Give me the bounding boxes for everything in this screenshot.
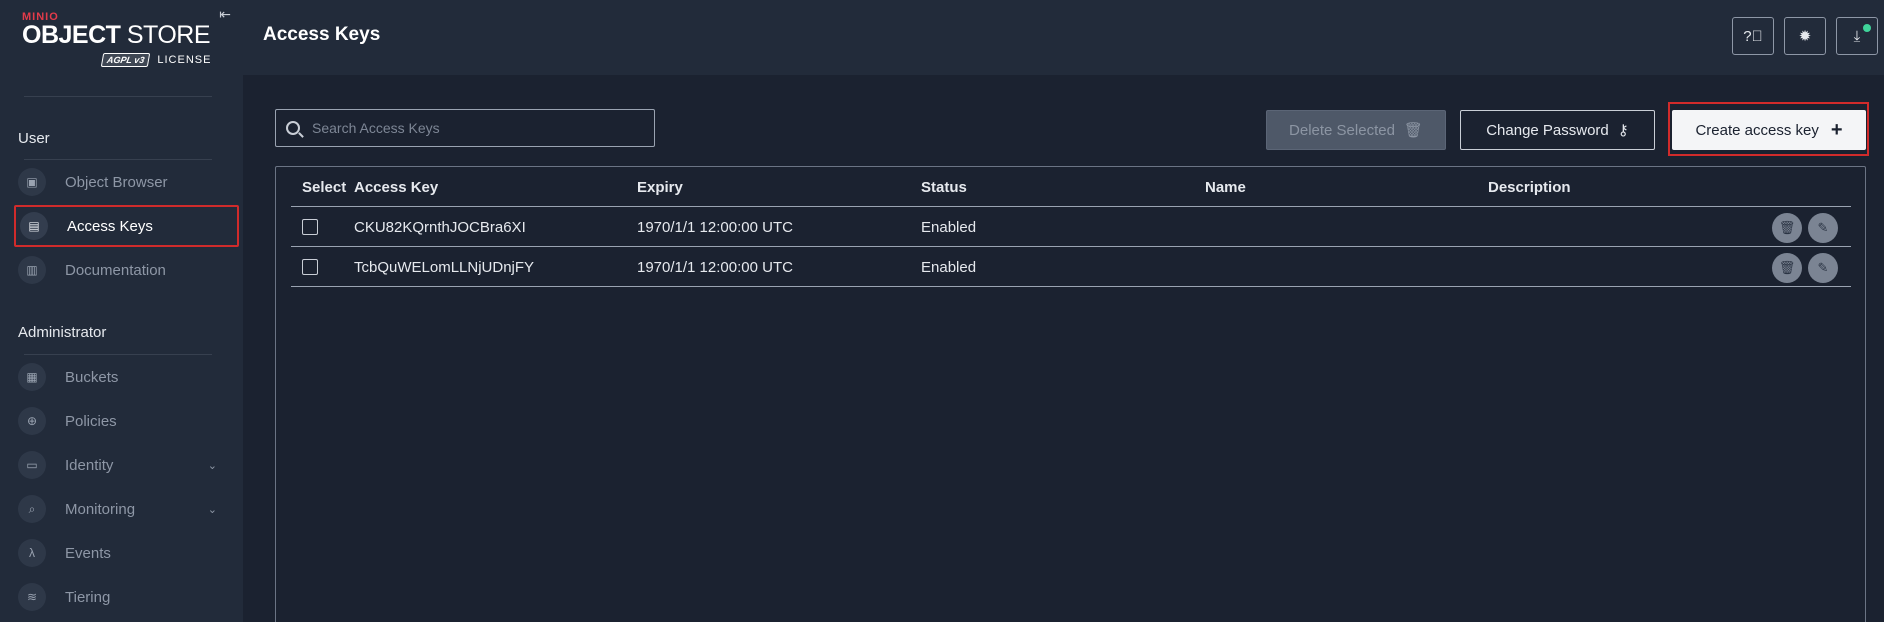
- buckets-icon: ▦: [18, 363, 46, 391]
- sidebar-item-buckets[interactable]: ▦ Buckets: [14, 356, 239, 398]
- trash-icon: 🗑: [1403, 122, 1423, 139]
- trash-icon: 🗑: [1778, 260, 1796, 275]
- sidebar-item-label: Buckets: [65, 368, 119, 386]
- column-header-expiry[interactable]: Expiry: [637, 179, 683, 196]
- table-row[interactable]: CKU82KQrnthJOCBra6XI 1970/1/1 12:00:00 U…: [291, 207, 1851, 247]
- sidebar-item-label: Identity: [65, 456, 114, 474]
- column-header-description[interactable]: Description: [1488, 179, 1571, 196]
- documentation-icon: ▥: [18, 256, 46, 284]
- status-cell: Enabled: [921, 259, 977, 276]
- table-header: Select Access Key Expiry Status Name Des…: [291, 167, 1851, 207]
- sidebar-item-monitoring[interactable]: ⌕ Monitoring ⌄: [14, 488, 239, 530]
- create-access-key-label: Create access key: [1695, 121, 1819, 139]
- pencil-icon: ✎: [1817, 220, 1829, 235]
- expiry-cell: 1970/1/1 12:00:00 UTC: [637, 259, 793, 276]
- sidebar-item-label: Tiering: [65, 588, 111, 606]
- identity-icon: ▭: [18, 451, 46, 479]
- delete-selected-button[interactable]: Delete Selected 🗑: [1266, 110, 1446, 150]
- column-header-select[interactable]: Select: [302, 179, 346, 196]
- expiry-cell: 1970/1/1 12:00:00 UTC: [637, 219, 793, 236]
- section-administrator: Administrator: [18, 324, 107, 341]
- sidebar-item-tiering[interactable]: ≋ Tiering: [14, 576, 239, 618]
- notification-dot: [1863, 24, 1871, 32]
- edit-row-button[interactable]: ✎: [1808, 253, 1838, 283]
- row-checkbox[interactable]: [302, 219, 318, 235]
- key-icon: ⚷: [1617, 122, 1629, 139]
- sidebar-item-documentation[interactable]: ▥ Documentation: [14, 249, 239, 291]
- row-checkbox[interactable]: [302, 259, 318, 275]
- sidebar-item-label: Access Keys: [67, 217, 153, 235]
- chevron-down-icon[interactable]: ⌄: [208, 459, 217, 472]
- column-header-name[interactable]: Name: [1205, 179, 1246, 196]
- column-header-status[interactable]: Status: [921, 179, 967, 196]
- access-key-cell: CKU82KQrnthJOCBra6XI: [354, 219, 526, 236]
- sidebar-item-label: Policies: [65, 412, 117, 430]
- sidebar-divider: [24, 159, 212, 160]
- download-icon: ⤓: [1853, 27, 1861, 45]
- agpl-badge: AGPL v3: [100, 53, 151, 67]
- sidebar-item-label: Events: [65, 544, 111, 562]
- sidebar-item-label: Monitoring: [65, 500, 136, 518]
- access-keys-icon: ▤: [20, 212, 48, 240]
- minio-logo[interactable]: MINIO OBJECT STORE AGPL v3 LICENSE: [22, 11, 222, 73]
- delete-row-button[interactable]: 🗑: [1772, 213, 1802, 243]
- delete-row-button[interactable]: 🗑: [1772, 253, 1802, 283]
- sidebar-divider: [24, 96, 212, 97]
- access-keys-table: Select Access Key Expiry Status Name Des…: [275, 166, 1866, 622]
- help-icon: ?⃝: [1743, 27, 1763, 45]
- delete-selected-label: Delete Selected: [1289, 121, 1395, 139]
- tiering-icon: ≋: [18, 583, 46, 611]
- section-user: User: [18, 130, 50, 147]
- search-field[interactable]: [275, 109, 655, 147]
- column-header-access-key[interactable]: Access Key: [354, 179, 438, 196]
- sidebar-item-identity[interactable]: ▭ Identity ⌄: [14, 444, 239, 486]
- change-password-label: Change Password: [1486, 121, 1609, 139]
- sidebar: MINIO OBJECT STORE AGPL v3 LICENSE ⇤ Use…: [0, 0, 243, 622]
- license-text: LICENSE: [157, 54, 212, 66]
- theme-icon: ✹: [1798, 28, 1812, 45]
- download-button[interactable]: ⤓: [1836, 17, 1878, 55]
- page-header: Access Keys ?⃝ ✹ ⤓: [243, 0, 1884, 75]
- chevron-down-icon[interactable]: ⌄: [208, 503, 217, 516]
- search-icon: [286, 121, 300, 135]
- sidebar-item-object-browser[interactable]: ▣ Object Browser: [14, 161, 239, 203]
- object-browser-icon: ▣: [18, 168, 46, 196]
- theme-toggle-button[interactable]: ✹: [1784, 17, 1826, 55]
- license-mark: AGPL v3 LICENSE: [100, 53, 212, 67]
- help-button[interactable]: ?⃝: [1732, 17, 1774, 55]
- policies-icon: ⊕: [18, 407, 46, 435]
- product-name: OBJECT STORE: [22, 21, 211, 49]
- trash-icon: 🗑: [1778, 220, 1796, 235]
- pencil-icon: ✎: [1817, 260, 1829, 275]
- lambda-icon: λ: [18, 539, 46, 567]
- change-password-button[interactable]: Change Password ⚷: [1460, 110, 1655, 150]
- plus-icon: +: [1830, 119, 1843, 141]
- page-title: Access Keys: [263, 24, 381, 45]
- sidebar-item-policies[interactable]: ⊕ Policies: [14, 400, 239, 442]
- search-input[interactable]: [312, 120, 642, 136]
- status-cell: Enabled: [921, 219, 977, 236]
- sidebar-item-events[interactable]: λ Events: [14, 532, 239, 574]
- sidebar-item-label: Documentation: [65, 261, 166, 279]
- sidebar-divider: [24, 354, 212, 355]
- access-key-cell: TcbQuWELomLLNjUDnjFY: [354, 259, 535, 276]
- table-row[interactable]: TcbQuWELomLLNjUDnjFY 1970/1/1 12:00:00 U…: [291, 247, 1851, 287]
- sidebar-item-label: Object Browser: [65, 173, 168, 191]
- monitoring-icon: ⌕: [18, 495, 46, 523]
- collapse-sidebar-icon[interactable]: ⇤: [217, 6, 233, 22]
- edit-row-button[interactable]: ✎: [1808, 213, 1838, 243]
- create-access-key-button[interactable]: Create access key +: [1672, 110, 1866, 150]
- sidebar-item-access-keys[interactable]: ▤ Access Keys: [14, 205, 239, 247]
